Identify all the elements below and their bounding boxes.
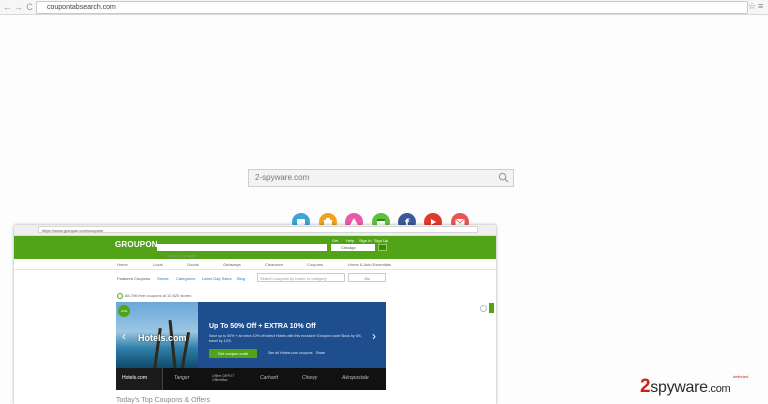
groupon-nav-item: Clearance <box>265 262 284 267</box>
groupon-search: Search Groupon <box>157 244 327 258</box>
groupon-nav-item: Local <box>153 262 163 267</box>
hotels-promo-banner: LIVE Hotels.com ‹ › Up To 50% Off + EXTR… <box>116 302 386 390</box>
brand-logo: Office DEPOT OfficeMax <box>212 374 235 382</box>
get-coupon-button: Get coupon code <box>209 349 257 358</box>
menu-icon[interactable]: ≡ <box>758 1 763 11</box>
groupon-featured-link: Blog <box>237 276 246 281</box>
groupon-featured-link: Labor Day Sales <box>202 276 232 281</box>
groupon-nav-item: Home <box>117 262 128 267</box>
search-box[interactable]: 2-spyware.com <box>248 169 514 187</box>
groupon-nav-item: Coupons <box>307 262 324 267</box>
forward-icon[interactable]: → <box>14 2 23 12</box>
groupon-logo: GROUPON <box>115 240 158 249</box>
groupon-featured-label: Featured Coupons <box>117 276 151 281</box>
groupon-screenshot: https://www.groupon.com/coupons GROUPON … <box>14 225 496 404</box>
groupon-top-link: Get <box>332 238 339 243</box>
settings-icon <box>480 305 487 312</box>
groupon-nav-item: Goods <box>187 262 199 267</box>
groupon-section-heading: Today's Top Coupons & Offers <box>116 397 211 404</box>
search-input[interactable]: 2-spyware.com <box>255 170 309 186</box>
live-badge: LIVE <box>118 305 130 317</box>
back-icon[interactable]: ← <box>3 2 12 12</box>
reload-icon[interactable]: C <box>25 2 34 12</box>
search-icon[interactable] <box>498 172 509 183</box>
chevron-left-icon: ‹ <box>122 329 126 343</box>
groupon-featured-link: Stores <box>157 276 169 281</box>
groupon-top-link: Sign In <box>359 238 372 243</box>
groupon-coupon-search: Search coupons by brand or category <box>257 273 345 282</box>
address-bar[interactable]: coupontabsearch.com <box>36 1 748 14</box>
groupon-go-button: Go <box>348 273 386 282</box>
hotels-brand: Hotels.com <box>138 333 187 343</box>
groupon-search-button <box>378 244 387 251</box>
groupon-top-link: Help <box>346 238 355 243</box>
groupon-nav-item: Getaways <box>223 262 241 267</box>
brand-logo: Aéropostale <box>342 375 369 381</box>
watermark-sub: detected <box>733 374 749 379</box>
address-text: coupontabsearch.com <box>47 4 116 11</box>
groupon-coupon-count: 88,796 free coupons at 10,620 stores <box>117 293 191 299</box>
side-tab <box>489 303 494 313</box>
groupon-city: Chicago <box>331 244 375 251</box>
embedded-browser-toolbar: https://www.groupon.com/coupons <box>14 225 496 236</box>
brand-logo: Chewy <box>302 375 318 381</box>
see-all-link: See all Hotels.com coupons Share <box>268 351 326 355</box>
brand-logo: Carhartt <box>260 375 279 381</box>
browser-toolbar: ← → C coupontabsearch.com ☆ ≡ <box>0 0 768 15</box>
chevron-right-icon: › <box>372 329 376 343</box>
groupon-top-link: Sign Up <box>374 238 389 243</box>
brand-logo: Hotels.com <box>122 375 148 381</box>
groupon-nav-item: Home & Auto Essentials <box>348 262 391 267</box>
groupon-featured-link: Categories <box>176 276 196 281</box>
groupon-search-placeholder: Search Groupon <box>167 253 197 258</box>
promo-title: Up To 50% Off + EXTRA 10% Off <box>209 323 316 330</box>
groupon-nav <box>14 260 496 270</box>
embedded-address-bar: https://www.groupon.com/coupons <box>38 226 478 233</box>
watermark: 2spyware.com <box>640 376 731 397</box>
groupon-coupon-count-text: 88,796 free coupons at 10,620 stores <box>125 293 192 299</box>
brand-logo: Tanger <box>174 375 190 381</box>
bookmark-star-icon[interactable]: ☆ <box>748 1 756 12</box>
promo-subtitle: Save up to 50% + an extra 10% off select… <box>209 334 362 343</box>
